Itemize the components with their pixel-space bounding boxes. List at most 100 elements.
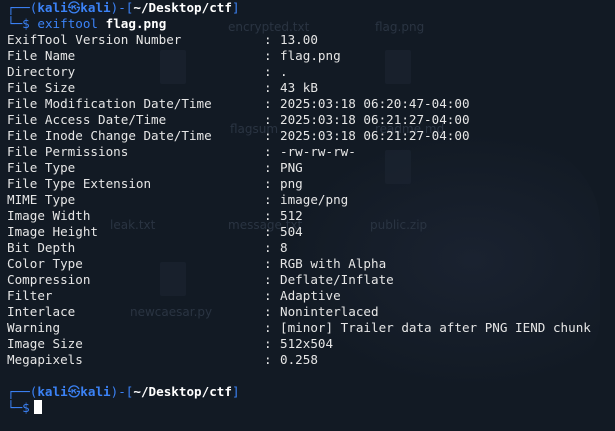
output-value: flag.png — [280, 48, 341, 63]
prompt-at-symbol: ㉿ — [67, 384, 81, 399]
prompt-symbol: $ — [22, 400, 30, 415]
output-row: MIME Type: image/png — [7, 192, 615, 208]
output-separator: : — [264, 48, 272, 63]
command-line-active[interactable]: └─$ — [7, 400, 615, 416]
output-row: Megapixels:0.258 — [7, 352, 615, 368]
command-name: exiftool — [37, 16, 99, 31]
output-value: image/png — [280, 192, 349, 207]
prompt-frame-end: ] — [231, 0, 240, 15]
output-value: 0.258 — [280, 352, 318, 367]
output-separator: : — [264, 64, 272, 79]
output-key: ExifTool Version Number — [7, 32, 182, 47]
output-row: File Name: flag.png — [7, 48, 615, 64]
output-separator: : — [264, 144, 272, 159]
text-cursor[interactable] — [33, 400, 42, 414]
prompt-cwd: ~/Desktop/ctf — [133, 384, 232, 399]
prompt-frame-mid: )-[ — [110, 384, 134, 399]
output-separator: : — [264, 96, 272, 111]
prompt-host: kali — [80, 0, 111, 15]
output-key: Compression — [7, 272, 91, 287]
output-row: ExifTool Version Number:13.00 — [7, 32, 615, 48]
output-row: Image Size:512x504 — [7, 336, 615, 352]
output-key: File Modification Date/Time — [7, 96, 212, 111]
output-value: Deflate/Inflate — [280, 272, 394, 287]
output-key: File Access Date/Time — [7, 112, 167, 127]
output-value: 512 — [280, 208, 303, 223]
output-separator: : — [264, 304, 272, 319]
output-separator: : — [264, 224, 272, 239]
output-key: Filter — [7, 288, 53, 303]
output-value: png — [280, 176, 303, 191]
prompt-frame-top: ┌──( — [7, 0, 38, 15]
output-value: 43 kB — [280, 80, 318, 95]
output-separator: : — [264, 208, 272, 223]
output-value: 2025:03:18 06:21:27-04:00 — [280, 112, 470, 127]
prompt-user: kali — [37, 384, 68, 399]
output-value: -rw-rw-rw- — [280, 144, 356, 159]
output-value: [minor] Trailer data after PNG IEND chun… — [280, 320, 591, 335]
prompt-at-symbol: ㉿ — [67, 0, 81, 15]
output-value: 8 — [280, 240, 288, 255]
output-separator: : — [264, 288, 272, 303]
output-value: RGB with Alpha — [280, 256, 387, 271]
prompt-frame-mid: )-[ — [110, 0, 134, 15]
output-key: Bit Depth — [7, 240, 76, 255]
output-row: Compression: Deflate/Inflate — [7, 272, 615, 288]
output-value: 2025:03:18 06:20:47-04:00 — [280, 96, 470, 111]
output-row: File Permissions: -rw-rw-rw- — [7, 144, 615, 160]
prompt-symbol: $ — [22, 16, 30, 31]
output-row: File Access Date/Time:2025:03:18 06:21:2… — [7, 112, 615, 128]
output-key: Directory — [7, 64, 76, 79]
prompt-cwd: ~/Desktop/ctf — [133, 0, 232, 15]
output-value: 512x504 — [280, 336, 334, 351]
prompt-user: kali — [37, 0, 68, 15]
output-key: File Size — [7, 80, 76, 95]
output-separator: : — [264, 176, 272, 191]
prompt-frame-top: ┌──( — [7, 384, 38, 399]
output-separator: : — [264, 160, 272, 175]
output-value: . — [280, 64, 288, 79]
output-separator: : — [264, 128, 272, 143]
output-key: Color Type — [7, 256, 83, 271]
prompt-frame-bottom: └─ — [7, 16, 23, 31]
output-key: File Type — [7, 160, 76, 175]
output-separator: : — [264, 112, 272, 127]
output-row: Image Width:512 — [7, 208, 615, 224]
prompt-host: kali — [80, 384, 111, 399]
output-separator: : — [264, 256, 272, 271]
output-key: File Type Extension — [7, 176, 152, 191]
prompt-frame-bottom: └─ — [7, 400, 23, 415]
output-separator: : — [264, 320, 272, 335]
output-key: Megapixels — [7, 352, 83, 367]
prompt-header: ┌──(kali㉿kali)-[~/Desktop/ctf] — [7, 0, 615, 16]
output-key: File Permissions — [7, 144, 129, 159]
output-separator: : — [264, 32, 272, 47]
output-value: Adaptive — [280, 288, 341, 303]
prompt-frame-end: ] — [231, 384, 240, 399]
output-separator: : — [264, 192, 272, 207]
output-value: Noninterlaced — [280, 304, 379, 319]
output-row: File Inode Change Date/Time:2025:03:18 0… — [7, 128, 615, 144]
exiftool-output: ExifTool Version Number:13.00 File Name:… — [7, 32, 615, 368]
output-value: 13.00 — [280, 32, 318, 47]
output-row: Warning: [minor] Trailer data after PNG I… — [7, 320, 615, 336]
command-line: └─$ exiftool flag.png — [7, 16, 615, 32]
output-key: Image Width — [7, 208, 91, 223]
command-argument: flag.png — [105, 16, 167, 31]
output-separator: : — [264, 352, 272, 367]
output-row: File Size:43 kB — [7, 80, 615, 96]
terminal-window[interactable]: ┌──(kali㉿kali)-[~/Desktop/ctf] └─$ exift… — [0, 0, 615, 431]
output-key: File Name — [7, 48, 76, 63]
output-row: Bit Depth:8 — [7, 240, 615, 256]
output-separator: : — [264, 240, 272, 255]
output-key: MIME Type — [7, 192, 76, 207]
output-separator: : — [264, 272, 272, 287]
output-value: PNG — [280, 160, 303, 175]
output-value: 504 — [280, 224, 303, 239]
output-key: Image Size — [7, 336, 83, 351]
output-row: File Modification Date/Time:2025:03:18 0… — [7, 96, 615, 112]
output-row: Interlace: Noninterlaced — [7, 304, 615, 320]
output-value: 2025:03:18 06:21:27-04:00 — [280, 128, 470, 143]
output-separator: : — [264, 336, 272, 351]
